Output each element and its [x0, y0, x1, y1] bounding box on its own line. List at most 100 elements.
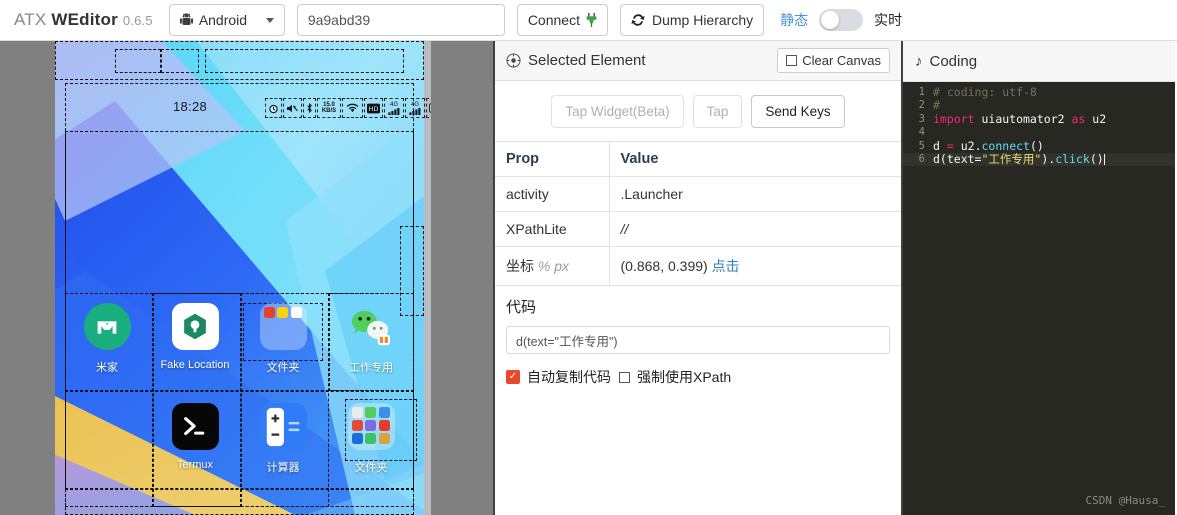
app-label: Fake Location — [160, 359, 230, 371]
android-icon — [179, 13, 193, 25]
generated-code-field[interactable]: d(text="工作专用") — [506, 326, 890, 354]
col-header-prop: Prop — [495, 141, 610, 177]
table-row: activity .Launcher — [495, 176, 901, 212]
col-header-value: Value — [609, 141, 901, 177]
code-line[interactable]: 1 # coding: utf-8 — [903, 85, 1175, 99]
prop-value-activity: .Launcher — [609, 176, 901, 212]
inspector-header: Selected Element Clear Canvas — [495, 41, 901, 81]
mute-icon — [283, 98, 302, 118]
connect-button[interactable]: Connect — [516, 4, 608, 36]
checkbox-icon — [786, 55, 798, 66]
inspector-title-group: Selected Element — [506, 52, 646, 69]
mode-realtime-label: 实时 — [874, 12, 903, 28]
battery-icon: 74 — [426, 98, 431, 118]
coding-header: ♪ Coding — [903, 41, 1175, 82]
prop-name-coordinate: 坐标 % px — [495, 246, 610, 286]
home-screen-grid: 米家 Fake Location 文件夹 工作专用 Termux 计算器 文件夹 — [63, 293, 423, 493]
line-code: # coding: utf-8 — [933, 84, 1037, 99]
calculator-icon — [259, 403, 307, 450]
code-editor-lines: 1 # coding: utf-8 2 #3 import uiautomator2 a… — [903, 85, 1175, 166]
code-line[interactable]: 3 import uiautomator2 as u2 — [903, 112, 1175, 126]
app-folder-1[interactable]: 文件夹 — [239, 293, 327, 393]
app-empty-slot — [63, 393, 151, 493]
mode-toggle-group: 静态 实时 — [780, 9, 902, 31]
clear-canvas-label: Clear Canvas — [802, 53, 881, 68]
app-label: 文件夹 — [354, 462, 388, 474]
workspace: 18:28 15.0 KB/S HD 4G 4G 米家 Fake Locatio… — [0, 41, 1177, 515]
device-serial-input[interactable] — [296, 4, 505, 36]
coordinate-unit-percent[interactable]: % — [538, 258, 550, 274]
dump-hierarchy-button[interactable]: Dump Hierarchy — [619, 4, 765, 36]
app-folder-2[interactable]: 文件夹 — [327, 393, 415, 493]
device-screen-mirror[interactable]: 18:28 15.0 KB/S HD 4G 4G 米家 Fake Locatio… — [55, 41, 431, 515]
line-number: 2 — [918, 99, 925, 112]
app-label: 工作专用 — [349, 362, 393, 374]
code-editor[interactable]: 1 # coding: utf-8 2 #3 import uiautomator2 a… — [903, 82, 1175, 515]
line-number: 3 — [918, 112, 925, 125]
line-number: 6 — [918, 153, 925, 166]
prop-value-xpathlite: // — [609, 211, 901, 247]
mijia-icon — [83, 303, 131, 350]
action-buttons-row: Tap Widget(Beta) Tap Send Keys — [495, 81, 901, 141]
app-row: 米家 Fake Location 文件夹 工作专用 — [63, 293, 423, 393]
app-brand: ATX WEditor 0.6.5 — [14, 10, 153, 30]
tap-button[interactable]: Tap — [692, 95, 743, 128]
table-row: XPathLite // — [495, 211, 901, 247]
watermark: CSDN @Hausa_ — [1085, 494, 1165, 507]
signal-sim1-icon: 4G — [384, 98, 404, 118]
mode-static-label: 静态 — [780, 12, 809, 28]
app-termux[interactable]: Termux — [151, 393, 239, 493]
connect-label: Connect — [527, 12, 580, 28]
folder-icon — [347, 403, 395, 450]
text-cursor — [1103, 154, 1105, 166]
app-header: ATX WEditor 0.6.5 Android Connect — [0, 0, 1177, 41]
app-calculator[interactable]: 计算器 — [239, 393, 327, 493]
target-icon — [506, 53, 521, 68]
send-keys-button[interactable]: Send Keys — [751, 95, 845, 128]
code-section: 代码 d(text="工作专用") ✓ 自动复制代码 强制使用XPath — [495, 286, 901, 387]
app-fake-location[interactable]: Fake Location — [151, 293, 239, 393]
chevron-down-icon — [265, 17, 274, 23]
line-number: 4 — [918, 126, 925, 139]
generated-code-text: d(text="工作专用") — [516, 334, 618, 349]
checkbox-checked-icon: ✓ — [506, 370, 520, 384]
brand-prefix: ATX — [14, 10, 52, 29]
code-line[interactable]: 2 # — [903, 98, 1175, 112]
plug-icon — [586, 13, 597, 27]
prop-value-coordinate: (0.868, 0.399) 点击 — [609, 246, 901, 286]
coordinate-value: (0.868, 0.399) — [620, 258, 708, 274]
force-xpath-label: 强制使用XPath — [637, 369, 732, 385]
app-version: 0.6.5 — [122, 13, 153, 28]
app-mijia[interactable]: 米家 — [63, 293, 151, 393]
auto-copy-label: 自动复制代码 — [527, 369, 611, 385]
refresh-icon — [631, 14, 645, 26]
line-code: import uiautomator2 as u2 — [933, 111, 1107, 126]
inspector-title: Selected Element — [528, 52, 646, 69]
force-xpath-option[interactable]: 强制使用XPath — [619, 367, 731, 387]
svg-text:HD: HD — [369, 104, 379, 112]
dump-label: Dump Hierarchy — [651, 12, 754, 28]
properties-table: Prop Value activity .Launcher XPathLite … — [495, 141, 901, 286]
mode-toggle-switch[interactable] — [819, 9, 864, 31]
app-label: Termux — [176, 459, 214, 471]
coding-panel: ♪ Coding 1 # coding: utf-8 2 #3 import uiaut… — [903, 41, 1175, 515]
app-wechat-work[interactable]: 工作专用 — [327, 293, 415, 393]
code-heading: 代码 — [506, 299, 537, 316]
app-label: 文件夹 — [266, 362, 300, 374]
coordinate-unit-px[interactable]: px — [554, 258, 569, 274]
code-line[interactable]: 6 d(text="工作专用").click() — [903, 152, 1175, 166]
tap-widget-button[interactable]: Tap Widget(Beta) — [551, 95, 684, 128]
auto-copy-option[interactable]: ✓ 自动复制代码 — [506, 367, 611, 387]
platform-select[interactable]: Android — [168, 4, 285, 36]
line-number: 5 — [918, 139, 925, 152]
clear-canvas-button[interactable]: Clear Canvas — [777, 48, 890, 73]
wifi-icon — [342, 98, 363, 118]
platform-label: Android — [198, 12, 248, 28]
coordinate-label: 坐标 — [506, 258, 534, 274]
coordinate-tap-link[interactable]: 点击 — [712, 258, 740, 274]
code-line[interactable]: 4 — [903, 126, 1175, 140]
table-row: 坐标 % px (0.868, 0.399) 点击 — [495, 246, 901, 286]
line-number: 1 — [918, 85, 925, 98]
speed-unit: KB/S — [321, 108, 337, 114]
device-canvas[interactable]: 18:28 15.0 KB/S HD 4G 4G 米家 Fake Locatio… — [0, 41, 495, 515]
